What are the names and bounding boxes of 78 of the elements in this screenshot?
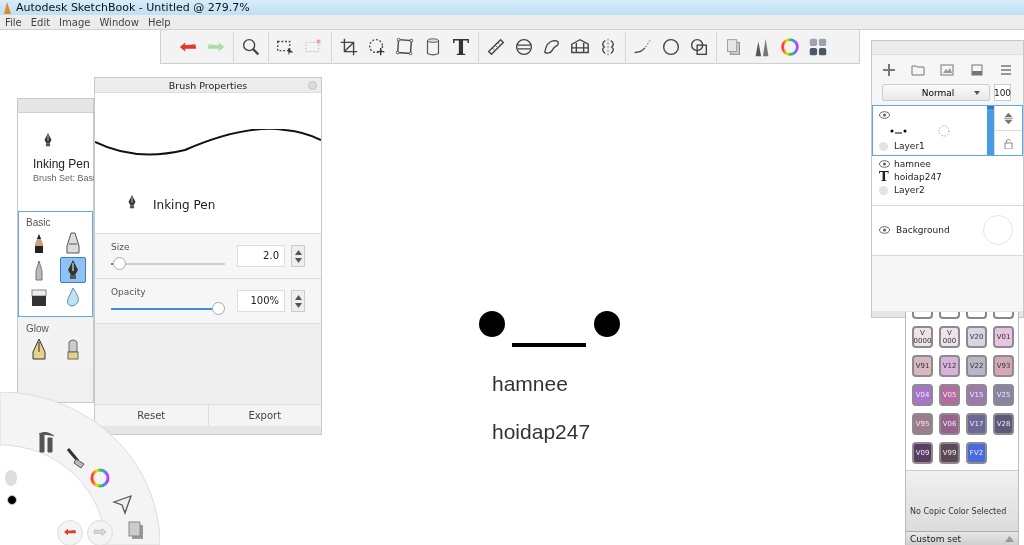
airbrush-icon: [63, 232, 83, 254]
merge-icon: [969, 63, 984, 77]
brush-set-label: Brush Set: Basi: [33, 173, 96, 183]
status-text: No Copic Color Selected: [906, 471, 1018, 531]
folder-icon: [911, 63, 926, 77]
caret-icon: [1005, 535, 1014, 542]
set-title: Glow: [26, 323, 50, 334]
plus-icon: [881, 63, 896, 77]
layer-row[interactable]: Layer1: [872, 105, 1023, 156]
layer-name: hoidap247: [894, 172, 942, 182]
color-swatch[interactable]: [993, 312, 1014, 319]
layer-row[interactable]: hamnee T hoidap247 Layer2: [872, 156, 1023, 206]
up-caret-icon: [294, 294, 302, 300]
color-wheel-icon: [779, 35, 801, 58]
slider-thumb[interactable]: [212, 301, 225, 315]
set-title: Basic: [26, 217, 52, 228]
lock-icon: [1004, 137, 1013, 149]
layer-toggle[interactable]: [879, 141, 888, 151]
panel-button[interactable]: Reset: [95, 405, 209, 426]
cursor-arrow-button[interactable]: [110, 492, 134, 516]
blend-mode-dropdown[interactable]: Normal: [882, 84, 990, 101]
brush-name: Inking Pen: [153, 198, 216, 212]
cursor-arrow-icon: [110, 492, 134, 516]
menu-item[interactable]: Image: [59, 16, 91, 28]
text-layer-icon: T: [879, 171, 890, 183]
down-caret-icon: [294, 302, 302, 308]
window-title: Autodesk SketchBook - Untitled @ 279.7%: [16, 1, 250, 14]
glow-pen-icon: [29, 338, 49, 360]
caret-icon: [974, 90, 981, 95]
eye-icon: [879, 160, 890, 168]
eraser-icon: [29, 286, 49, 308]
app-icon: [3, 1, 12, 14]
plus-button[interactable]: [880, 63, 897, 79]
distort-icon: [394, 35, 416, 58]
canvas-text: hoidap247: [492, 420, 591, 444]
layer-name: hamnee: [894, 159, 931, 169]
text-tool-button[interactable]: T: [449, 34, 473, 59]
image-button[interactable]: [939, 63, 956, 79]
color-wheel-icon: [88, 466, 112, 490]
color-wheel-button[interactable]: [88, 466, 112, 490]
layer-name: Layer1: [894, 141, 925, 151]
slider-track[interactable]: [111, 301, 225, 315]
color-swatch[interactable]: [939, 312, 960, 319]
undo-button[interactable]: [57, 520, 83, 545]
canvas-text: hamnee: [492, 372, 568, 396]
spinner-button[interactable]: [291, 290, 305, 312]
brush-name: Inking Pen: [33, 157, 91, 171]
slider-label: Opacity: [111, 287, 147, 298]
set-selector[interactable]: Custom set: [906, 531, 1018, 545]
color-swatch[interactable]: [912, 312, 933, 319]
menu-icon: [999, 63, 1014, 77]
slider-track[interactable]: [111, 256, 225, 270]
layer-toggle[interactable]: [879, 185, 888, 195]
layer-name: Layer2: [894, 185, 925, 195]
number-field[interactable]: 100%: [237, 290, 285, 312]
slider-label: Size: [111, 242, 131, 253]
menu-item[interactable]: File: [5, 16, 22, 28]
layer-name: Background: [896, 225, 950, 235]
menu-item[interactable]: Window: [99, 16, 139, 28]
color-indicator[interactable]: [7, 495, 17, 505]
brush-set-section[interactable]: Basic: [18, 211, 93, 317]
panel-button[interactable]: Export: [208, 405, 321, 426]
merge-button[interactable]: [968, 63, 985, 79]
brush-button[interactable]: [60, 257, 86, 283]
layer-row[interactable]: Background: [872, 206, 1023, 256]
menu-item[interactable]: Help: [147, 16, 171, 28]
image-icon: [940, 63, 955, 77]
background-swatch: [983, 215, 1013, 245]
spinner-button[interactable]: [291, 245, 305, 267]
slider-thumb[interactable]: [113, 256, 126, 270]
number-field[interactable]: 2.0: [237, 245, 285, 267]
opacity-field[interactable]: 100: [994, 84, 1011, 101]
up-down-arrows-icon: [1004, 112, 1013, 124]
panel-title: Brush Properties: [168, 79, 248, 91]
menu-item[interactable]: Edit: [30, 16, 51, 28]
up-caret-icon: [294, 249, 302, 255]
down-caret-icon: [294, 257, 302, 263]
color-swatch[interactable]: [966, 312, 987, 319]
